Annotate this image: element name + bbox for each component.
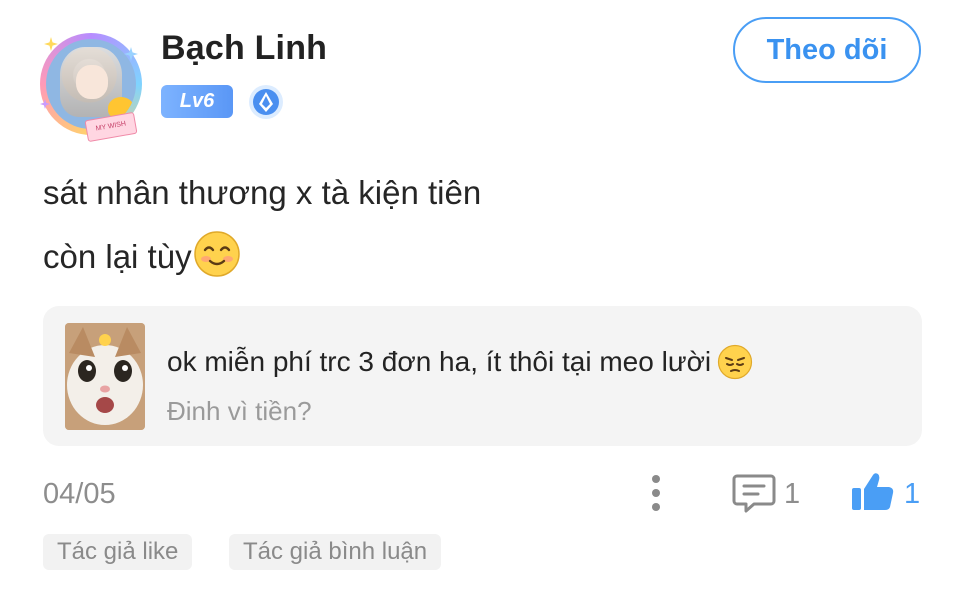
verified-badge-icon (249, 85, 283, 119)
post-text-line-1: sát nhân thương x tà kiện tiên (43, 174, 482, 211)
quoted-post-author[interactable]: Đinh vì tiền? (167, 396, 312, 427)
tag-author-commented: Tác giả bình luận (229, 534, 442, 570)
follow-button[interactable]: Theo dõi (733, 17, 921, 83)
post-date: 04/05 (43, 478, 116, 510)
smiling-face-emoji-icon (193, 231, 240, 277)
author-name[interactable]: Bạch Linh (161, 29, 327, 68)
post-text-line-2-label: còn lại tùy (43, 237, 192, 275)
author-avatar[interactable]: MY WISH (40, 33, 142, 143)
thumbs-up-icon[interactable] (851, 469, 895, 513)
post-card: MY WISH Bạch Linh Lv6 Theo dõi sát nhân … (0, 0, 966, 600)
like-count[interactable]: 1 (904, 478, 920, 511)
post-text-line-2: còn lại tùy (43, 231, 241, 280)
comment-count[interactable]: 1 (784, 478, 800, 511)
quoted-post-text: ok miễn phí trc 3 đơn ha, ít thôi tại me… (167, 344, 753, 380)
level-badge: Lv6 (161, 85, 233, 118)
quoted-post-thumbnail (65, 323, 145, 430)
pensive-face-emoji-icon (718, 344, 753, 380)
quoted-post-card[interactable]: ok miễn phí trc 3 đơn ha, ít thôi tại me… (43, 306, 922, 446)
quoted-post-text-label: ok miễn phí trc 3 đơn ha, ít thôi tại me… (167, 346, 712, 377)
tag-author-liked: Tác giả like (43, 534, 193, 570)
more-options-icon[interactable] (645, 473, 667, 513)
comment-icon[interactable] (732, 471, 776, 515)
